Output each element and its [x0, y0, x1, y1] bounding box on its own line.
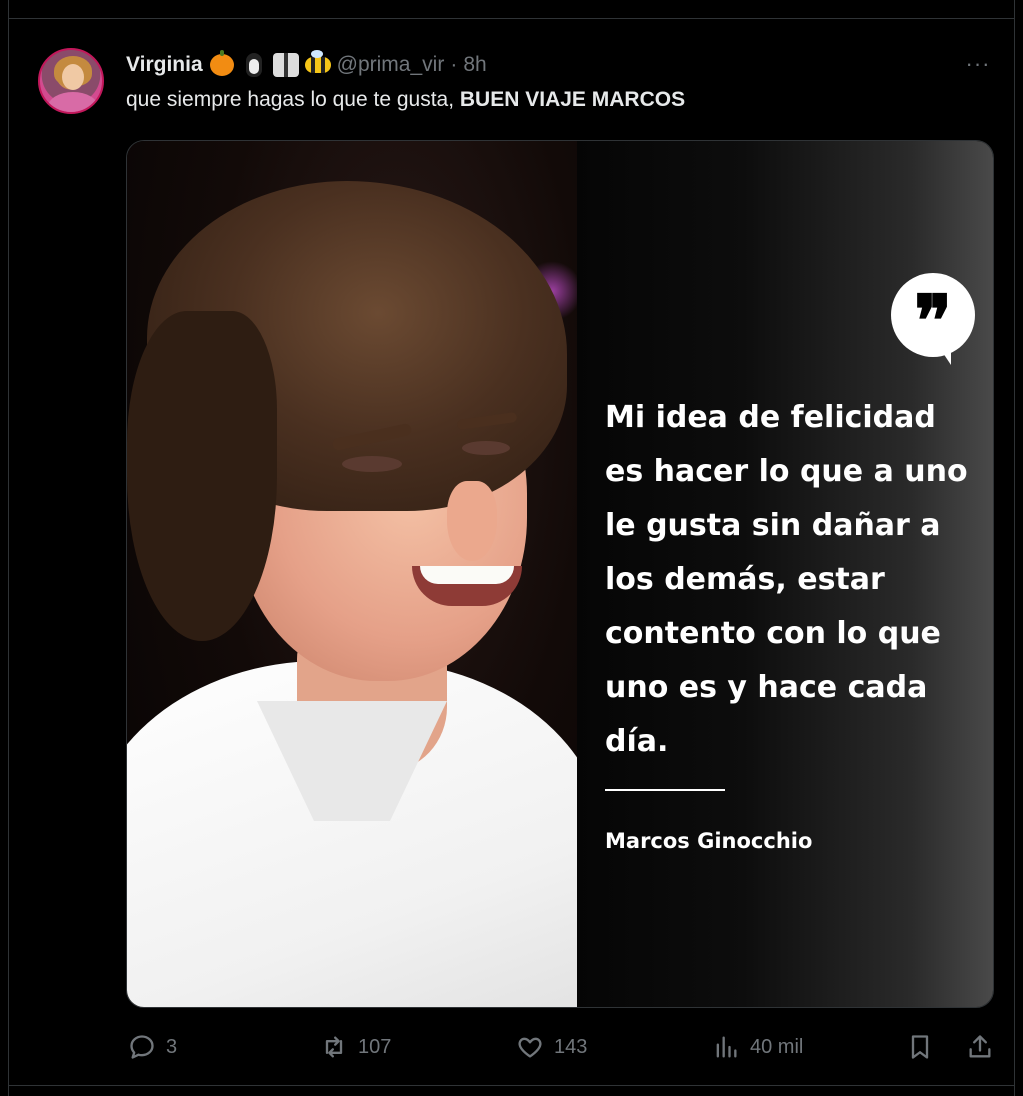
tweet-text-plain: que siempre hagas lo que te gusta,	[126, 88, 460, 111]
tweet-timestamp[interactable]: 8h	[463, 53, 486, 77]
like-button[interactable]: 143	[516, 1030, 587, 1064]
share-button[interactable]	[966, 1030, 994, 1064]
quote-line: contento con lo que	[605, 616, 941, 651]
views-button[interactable]: 40 mil	[712, 1030, 803, 1064]
more-options-icon[interactable]: ···	[962, 50, 994, 78]
quote-line: los demás, estar	[605, 562, 885, 597]
tweet-header: Virginia @prima_vir · 8h	[126, 50, 487, 80]
quote-line: Mi idea de felicidad	[605, 400, 936, 435]
quote-line: uno es y hace cada	[605, 670, 928, 705]
tweet-text-bold: BUEN VIAJE MARCOS	[459, 88, 686, 111]
bee-emoji-icon	[304, 50, 331, 78]
heart-icon	[518, 1037, 542, 1058]
reply-button[interactable]: 3	[128, 1030, 177, 1064]
reply-count: 3	[166, 1035, 178, 1058]
quote-bubble-icon: ❞	[891, 273, 975, 365]
hair-side	[127, 311, 277, 641]
right-border	[1014, 0, 1015, 1096]
bookmark-button[interactable]	[906, 1030, 934, 1064]
top-divider	[8, 18, 1015, 19]
analytics-icon	[716, 1036, 737, 1058]
quote-line: le gusta sin dañar a	[605, 508, 941, 543]
nose	[447, 481, 497, 561]
reply-icon	[130, 1035, 154, 1059]
martial-arts-gi-emoji-icon	[272, 52, 299, 78]
tweet-media-image[interactable]: ❞ Mi idea de felicidad es hacer lo que a…	[126, 140, 994, 1008]
quote-line: es hacer lo que a uno	[605, 454, 968, 489]
quote-line: día.	[605, 724, 669, 759]
penguin-emoji-icon	[241, 52, 267, 78]
separator-dot: ·	[450, 53, 458, 76]
bookmark-icon	[911, 1035, 929, 1059]
avatar[interactable]	[38, 48, 104, 114]
avatar-face	[62, 64, 84, 90]
repost-button[interactable]: 107	[320, 1030, 391, 1064]
eye-left	[342, 456, 402, 472]
quote-divider	[605, 789, 725, 791]
portrait-photo	[127, 141, 577, 1007]
tweet-actions: 3 107 143 40 mil	[0, 1030, 1023, 1064]
left-border	[8, 0, 9, 1096]
share-icon	[969, 1035, 991, 1058]
view-count: 40 mil	[750, 1035, 804, 1058]
quote-author: Marcos Ginocchio	[605, 829, 813, 853]
pumpkin-emoji-icon	[209, 50, 235, 78]
author-name[interactable]: Virginia	[126, 53, 203, 77]
repost-icon	[325, 1036, 343, 1058]
quote-mark-icon: ❞	[914, 279, 952, 362]
tweet-frame: Virginia @prima_vir · 8h ··· que siempre…	[0, 0, 1023, 1096]
tweet-text: que siempre hagas lo que te gusta, BUEN …	[126, 88, 685, 112]
like-count: 143	[554, 1035, 588, 1058]
quote-panel: ❞ Mi idea de felicidad es hacer lo que a…	[577, 141, 993, 1007]
eye-right	[462, 441, 510, 455]
repost-count: 107	[358, 1035, 392, 1058]
avatar-body	[48, 92, 98, 112]
quote-text: Mi idea de felicidad es hacer lo que a u…	[605, 391, 985, 769]
teeth	[420, 566, 514, 584]
bottom-divider	[8, 1085, 1015, 1086]
author-handle[interactable]: @prima_vir	[337, 53, 445, 77]
